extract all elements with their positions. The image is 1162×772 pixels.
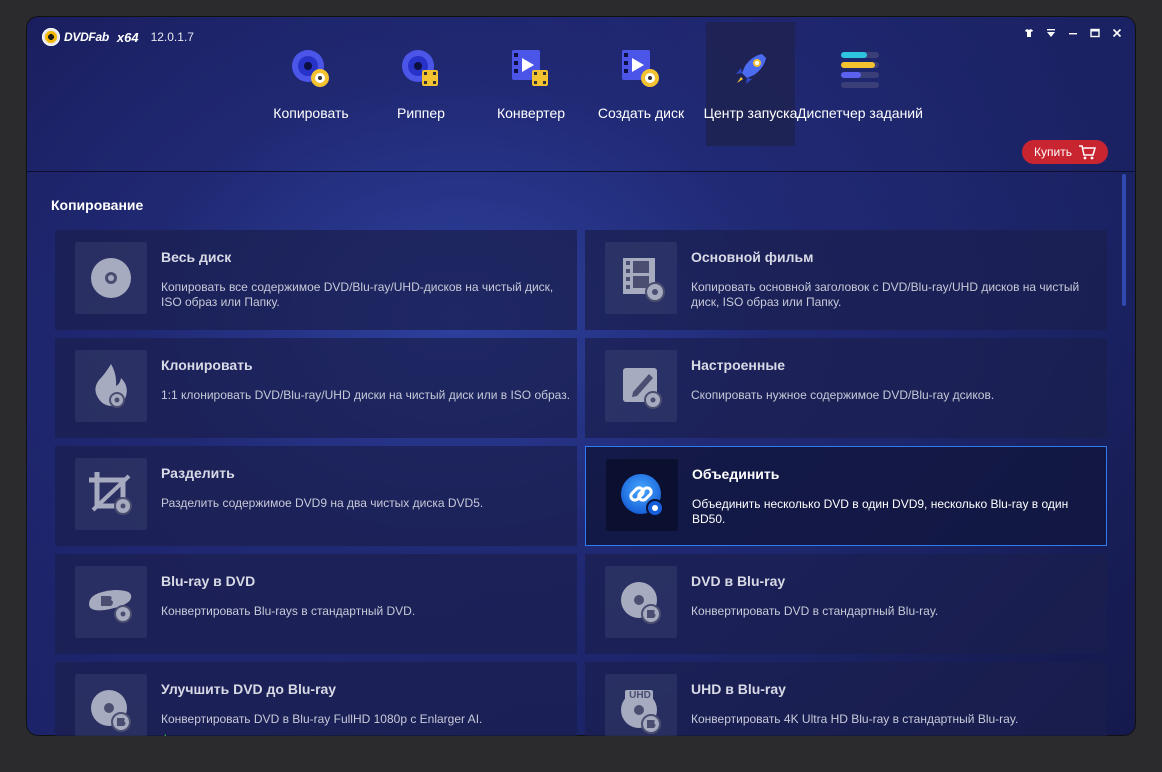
app-logo: DVDFab x64 12.0.1.7: [42, 28, 194, 46]
header: DVDFab x64 12.0.1.7 Копировать Риппер Ко…: [26, 16, 1136, 171]
card-desc: Копировать основной заголовок с DVD/Blu-…: [691, 280, 1080, 309]
nav-launchpad[interactable]: Центр запуска: [704, 22, 797, 146]
dvdfab-logo-icon: [42, 28, 60, 46]
copy-disc-icon: [292, 50, 329, 87]
card-title: Объединить: [692, 466, 780, 482]
card-title: Клонировать: [161, 357, 253, 373]
card-desc: Разделить содержимое DVD9 на два чистых …: [161, 496, 484, 510]
card-desc: Конвертировать 4K Ultra HD Blu-ray в ста…: [691, 712, 1019, 726]
card-desc: Конвертировать DVD в стандартный Blu-ray…: [691, 604, 939, 618]
dvd-to-bluray-icon: [605, 566, 677, 638]
nav-creator[interactable]: Создать диск: [586, 22, 696, 146]
card-desc: Скопировать нужное содержимое DVD/Blu-ra…: [691, 388, 995, 402]
crop-icon: [75, 458, 147, 530]
card-title: Улучшить DVD до Blu-ray: [161, 681, 337, 697]
uhd-icon: UHD: [605, 674, 677, 736]
buy-button[interactable]: Купить: [1022, 140, 1108, 164]
uhd-badge: UHD: [629, 690, 651, 701]
card-main-movie[interactable]: Основной фильм Копировать основной загол…: [585, 230, 1107, 330]
arch-label: x64: [116, 29, 139, 45]
nav-ripper[interactable]: Риппер: [366, 22, 476, 146]
card-clone[interactable]: Клонировать 1:1 клонировать DVD/Blu-ray/…: [55, 338, 577, 438]
close-icon[interactable]: [1112, 26, 1122, 42]
card-title: Весь диск: [161, 249, 232, 265]
card-split[interactable]: Разделить Разделить содержимое DVD9 на д…: [55, 446, 577, 546]
disc-icon: [75, 242, 147, 314]
card-title: Основной фильм: [691, 249, 814, 265]
card-desc: Конвертировать DVD в Blu-ray FullHD 1080…: [161, 712, 483, 726]
card-title: Blu-ray в DVD: [161, 573, 256, 589]
nav-copy[interactable]: Копировать: [256, 22, 366, 146]
nav-converter[interactable]: Конвертер: [476, 22, 586, 146]
card-bluray-to-dvd[interactable]: Blu-ray в DVD Конвертировать Blu-rays в …: [55, 554, 577, 654]
card-uhd-to-bluray[interactable]: UHD UHD в Blu-ray Конвертировать 4K Ultr…: [585, 662, 1107, 736]
section-title: Копирование: [51, 197, 144, 213]
film-icon: [605, 242, 677, 314]
link-icon: [606, 459, 678, 531]
card-merge[interactable]: Объединить Объединить несколько DVD в од…: [585, 446, 1107, 546]
enlarger-icon: [75, 674, 166, 736]
creator-icon: [622, 50, 659, 87]
card-desc: Объединить несколько DVD в один DVD9, не…: [692, 497, 1069, 526]
app-window: DVDFab x64 12.0.1.7 Копировать Риппер Ко…: [26, 16, 1136, 736]
buy-label: Купить: [1034, 145, 1072, 159]
card-desc: Конвертировать Blu-rays в стандартный DV…: [161, 604, 416, 618]
nav-task-manager[interactable]: Диспетчер заданий: [797, 22, 923, 146]
nav-label: Диспетчер заданий: [797, 105, 923, 121]
maximize-icon[interactable]: [1090, 26, 1100, 42]
rocket-icon: [735, 54, 766, 84]
dropdown-icon[interactable]: [1046, 26, 1056, 42]
main-content: Копирование Весь диск Копировать все сод…: [26, 172, 1136, 736]
cart-icon: [1078, 145, 1096, 160]
edit-icon: [605, 350, 677, 422]
card-customize[interactable]: Настроенные Скопировать нужное содержимо…: [585, 338, 1107, 438]
ripper-icon: [402, 50, 438, 86]
card-title: Настроенные: [691, 357, 786, 373]
logo-text: DVDFab: [64, 30, 109, 44]
badge-corner: [152, 734, 166, 736]
flame-icon: [75, 350, 147, 422]
shirt-icon[interactable]: [1024, 26, 1034, 42]
nav-label: Создать диск: [597, 105, 685, 121]
card-title: Разделить: [161, 465, 235, 481]
nav-label: Центр запуска: [703, 105, 798, 121]
minimize-icon[interactable]: [1068, 26, 1078, 42]
bluray-icon: [75, 566, 147, 638]
converter-icon: [512, 50, 548, 86]
main-nav: Копировать Риппер Конвертер Создать диск…: [256, 22, 923, 146]
scrollbar[interactable]: [1122, 174, 1126, 306]
card-desc: 1:1 клонировать DVD/Blu-ray/UHD диски на…: [161, 388, 571, 402]
card-full-disc[interactable]: Весь диск Копировать все содержимое DVD/…: [55, 230, 577, 330]
card-desc: Копировать все содержимое DVD/Blu-ray/UH…: [161, 280, 554, 309]
card-title: DVD в Blu-ray: [691, 573, 786, 589]
card-dvd-to-bluray[interactable]: DVD в Blu-ray Конвертировать DVD в станд…: [585, 554, 1107, 654]
card-enlarger[interactable]: Улучшить DVD до Blu-ray Конвертировать D…: [55, 662, 577, 736]
task-manager-icon: [841, 52, 879, 88]
window-controls: [1024, 26, 1122, 42]
card-title: UHD в Blu-ray: [691, 681, 786, 697]
version-label: 12.0.1.7: [150, 30, 194, 44]
